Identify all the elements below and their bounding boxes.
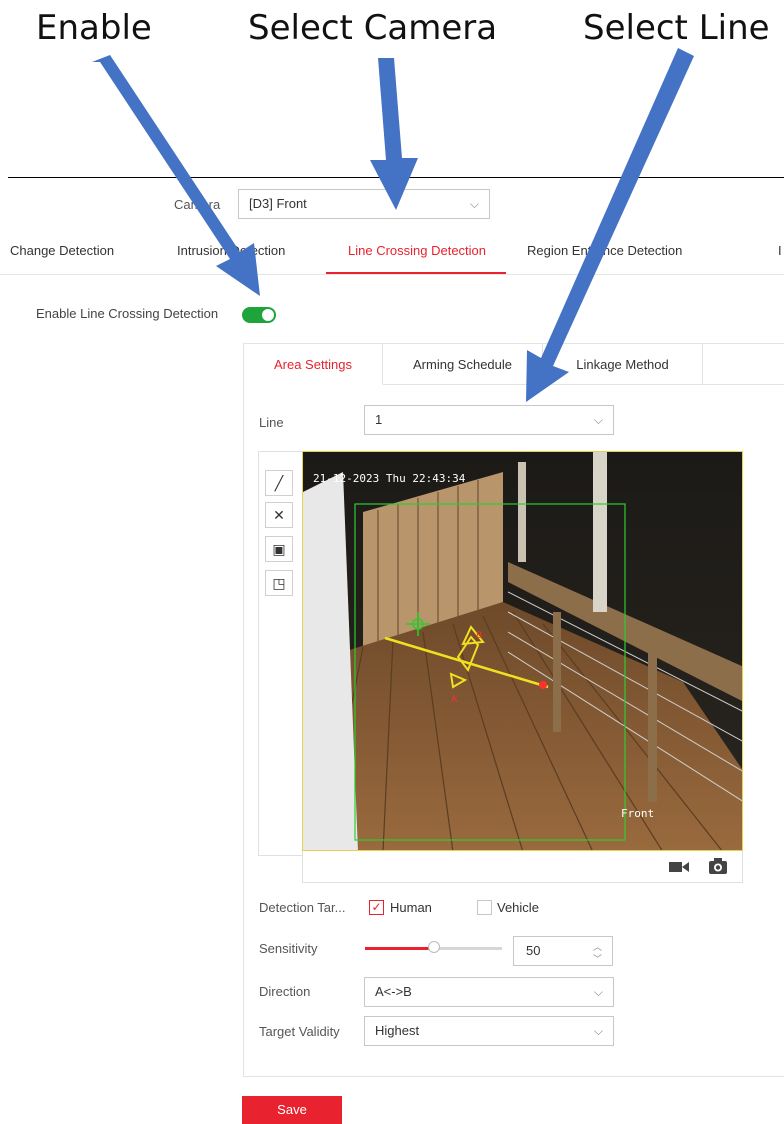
tab-intrusion-detection[interactable]: Intrusion Detection bbox=[177, 243, 285, 258]
chevron-down-icon: ⌵ bbox=[469, 197, 479, 211]
detection-tabs: Change Detection Intrusion Detection Lin… bbox=[0, 232, 784, 275]
enable-label: Enable Line Crossing Detection bbox=[36, 306, 219, 321]
target-validity-value: Highest bbox=[375, 1023, 420, 1038]
enable-toggle[interactable] bbox=[242, 307, 276, 323]
tab-area-settings[interactable]: Area Settings bbox=[244, 344, 383, 385]
tab-region-entrance-detection[interactable]: Region Entrance Detection bbox=[527, 243, 682, 258]
callout-enable: Enable bbox=[36, 8, 152, 48]
direction-label: Direction bbox=[259, 984, 311, 999]
active-tab-indicator bbox=[326, 272, 506, 274]
stepper-icon[interactable]: ︿ ﹀ bbox=[593, 941, 602, 965]
chevron-down-icon: ⌵ bbox=[593, 413, 603, 427]
sensitivity-input[interactable]: 50 ︿ ﹀ bbox=[513, 936, 613, 966]
camera-select-value: [D3] Front bbox=[249, 196, 307, 211]
slider-fill bbox=[365, 947, 434, 950]
min-size-icon[interactable]: ◳ bbox=[265, 570, 293, 596]
tab-linkage-method[interactable]: Linkage Method bbox=[543, 344, 703, 385]
drawing-toolbar: ╱ ✕ ▣ ◳ bbox=[258, 451, 302, 856]
osd-timestamp: 21-12-2023 Thu 22:43:34 bbox=[313, 472, 466, 485]
marker-a: A bbox=[451, 695, 458, 705]
toggle-knob bbox=[262, 309, 274, 321]
camera-label: Camera bbox=[174, 197, 221, 212]
snapshot-icon[interactable] bbox=[708, 857, 728, 875]
callout-select-line: Select Line bbox=[583, 8, 770, 48]
vehicle-checkbox[interactable] bbox=[477, 900, 492, 915]
video-controls bbox=[302, 851, 743, 883]
tab-more[interactable]: I bbox=[778, 243, 782, 258]
detection-target-label: Detection Tar... bbox=[259, 900, 346, 915]
osd-channel-name: Front bbox=[621, 807, 654, 820]
slider-knob[interactable] bbox=[427, 941, 440, 953]
tab-line-crossing-detection[interactable]: Line Crossing Detection bbox=[348, 243, 486, 258]
human-label: Human bbox=[390, 900, 432, 915]
sensitivity-label: Sensitivity bbox=[259, 941, 318, 956]
marker-b: B bbox=[476, 631, 482, 641]
record-icon[interactable] bbox=[668, 859, 690, 875]
arrow-select-camera bbox=[370, 58, 418, 210]
callout-select-camera: Select Camera bbox=[248, 8, 498, 48]
camera-select[interactable]: [D3] Front ⌵ bbox=[238, 189, 490, 219]
direction-select[interactable]: A<->B ⌵ bbox=[364, 977, 614, 1007]
sensitivity-value: 50 bbox=[526, 943, 541, 958]
divider bbox=[8, 177, 784, 178]
vehicle-label: Vehicle bbox=[497, 900, 539, 915]
human-checkbox[interactable]: ✓ bbox=[369, 900, 384, 915]
line-select-value: 1 bbox=[375, 412, 383, 427]
line-label: Line bbox=[259, 415, 284, 430]
sensitivity-slider[interactable] bbox=[365, 941, 502, 953]
save-button[interactable]: Save bbox=[242, 1096, 342, 1124]
draw-line-icon[interactable]: ╱ bbox=[265, 470, 293, 496]
tab-arming-schedule[interactable]: Arming Schedule bbox=[383, 344, 543, 385]
target-validity-select[interactable]: Highest ⌵ bbox=[364, 1016, 614, 1046]
camera-image: B A 21-12-2023 Thu 22:43:34 Front bbox=[303, 452, 742, 850]
clear-icon[interactable]: ✕ bbox=[265, 502, 293, 528]
chevron-down-icon: ⌵ bbox=[593, 985, 603, 999]
tab-change-detection[interactable]: Change Detection bbox=[10, 243, 114, 258]
line-select[interactable]: 1 ⌵ bbox=[364, 405, 614, 435]
target-validity-label: Target Validity bbox=[259, 1024, 340, 1039]
chevron-down-icon: ⌵ bbox=[593, 1024, 603, 1038]
video-preview[interactable]: B A 21-12-2023 Thu 22:43:34 Front bbox=[302, 451, 743, 851]
direction-value: A<->B bbox=[375, 984, 412, 999]
max-size-icon[interactable]: ▣ bbox=[265, 536, 293, 562]
